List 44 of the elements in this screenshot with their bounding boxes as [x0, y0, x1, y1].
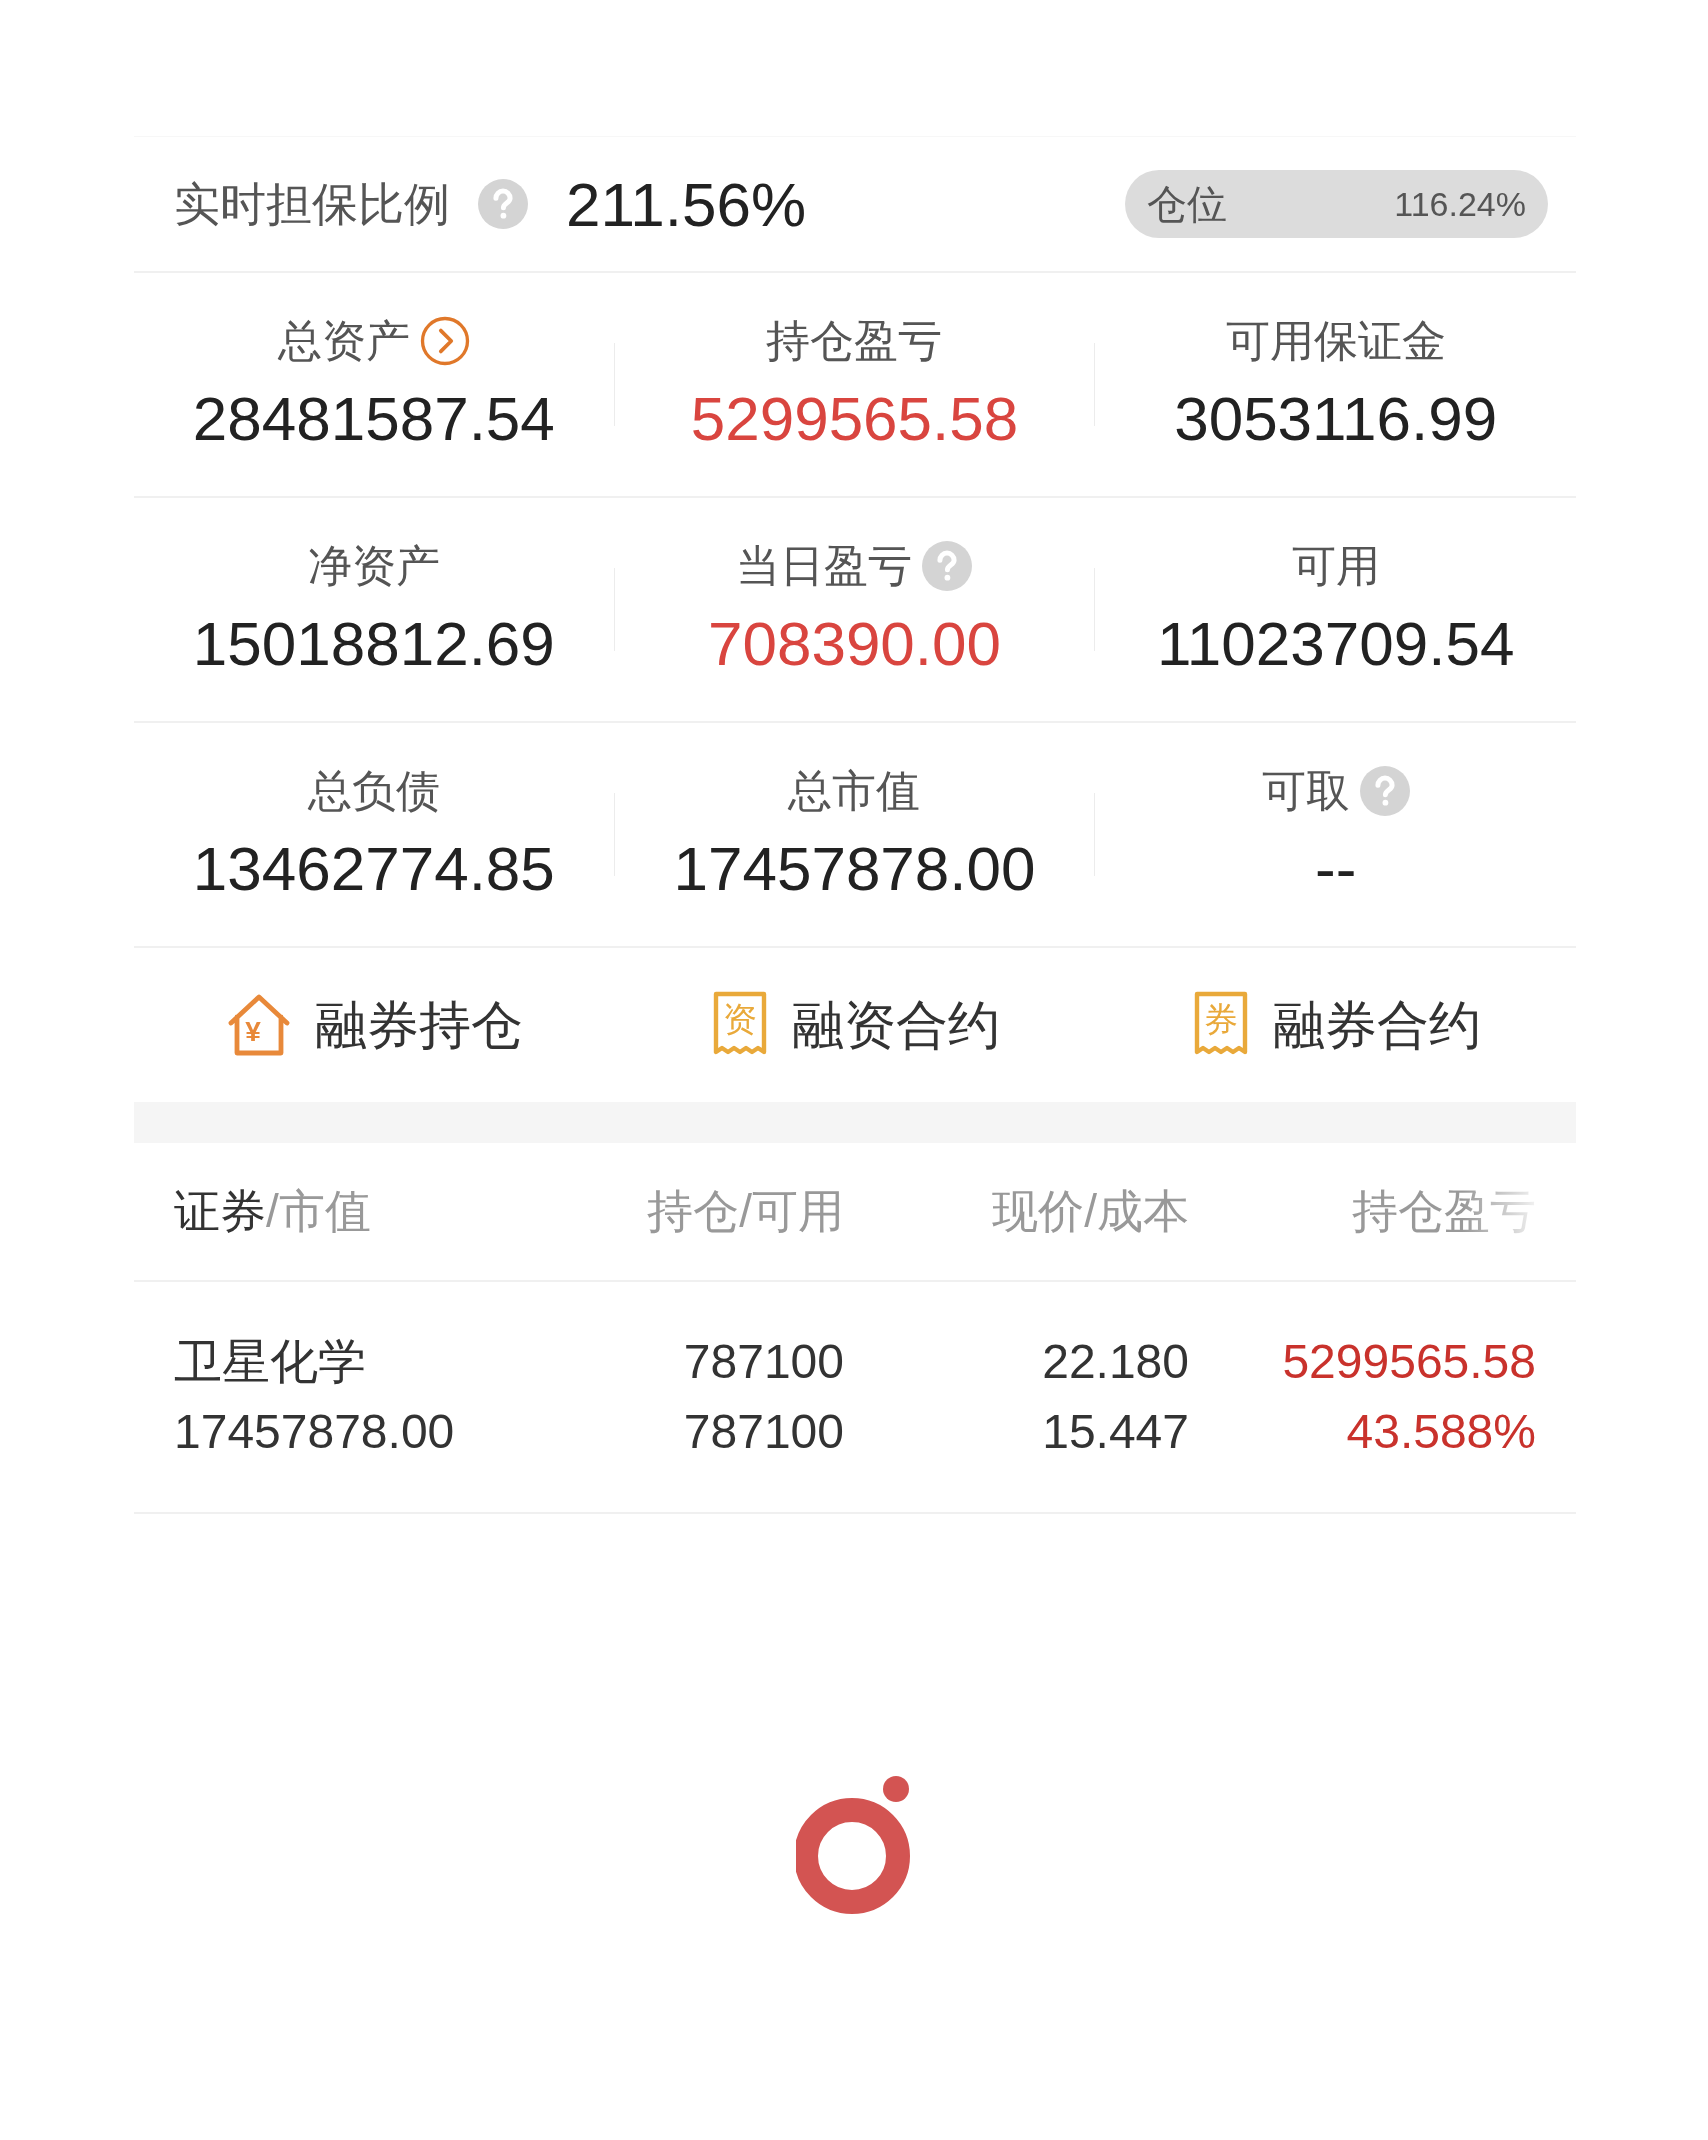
- icon-glyph: 资: [723, 1001, 757, 1037]
- column-header: 持仓/可用: [646, 1184, 844, 1239]
- help-icon[interactable]: [1359, 765, 1410, 816]
- icon-glyph: ¥: [245, 1017, 261, 1047]
- table-cell-text: 17457878.00: [174, 1404, 455, 1460]
- position-value: 116.24%: [1394, 183, 1526, 225]
- metric-value: 708390.00: [707, 608, 1002, 679]
- collateral-ratio-value: 211.56%: [566, 168, 807, 241]
- metric-value: 3053116.99: [1174, 383, 1498, 454]
- shortcut-button[interactable]: 券 融券合约: [1190, 986, 1481, 1064]
- metric-value: 5299565.58: [690, 383, 1019, 454]
- table-cell-text: 43.588%: [1346, 1404, 1536, 1460]
- metric-value: 15018812.69: [192, 608, 555, 679]
- shortcut-button[interactable]: ¥ 融券持仓: [225, 986, 524, 1064]
- position-row[interactable]: 卫星化学 17457878.00 787100 787100 22.180 15.447 5299565.58 43.588%: [134, 1282, 1576, 1514]
- table-cell-text: 5299565.58: [1282, 1334, 1536, 1390]
- metric-label: 总负债: [307, 765, 440, 816]
- metric-value: 17457878.00: [673, 833, 1036, 904]
- metric-label: 总资产: [277, 315, 410, 366]
- position-label: 仓位: [1147, 181, 1227, 228]
- collateral-ratio-label: 实时担保比例: [174, 176, 450, 232]
- table-cell-text: 787100: [683, 1404, 844, 1460]
- metric-value: 11023709.54: [1156, 608, 1515, 679]
- icon-glyph: 券: [1203, 1001, 1238, 1037]
- metric-value: --: [1315, 833, 1357, 904]
- help-icon[interactable]: [922, 540, 973, 591]
- metric-label: 可取: [1261, 765, 1350, 816]
- metric-label: 总市值: [788, 765, 921, 816]
- metric-value: 13462774.85: [192, 833, 555, 904]
- metric-value: 28481587.54: [192, 383, 555, 454]
- table-cell-text: 15.447: [1042, 1404, 1189, 1460]
- metric-label: 净资产: [307, 540, 440, 591]
- shortcut-button[interactable]: 资 融资合约: [710, 986, 1000, 1064]
- metric-label: 可用: [1291, 540, 1380, 591]
- table-cell-text: 卫星化学: [174, 1334, 366, 1390]
- table-cell-text: 787100: [683, 1334, 844, 1390]
- metric-label: 持仓盈亏: [766, 315, 943, 366]
- column-header: 现价/成本: [991, 1184, 1189, 1239]
- chevron-right-icon[interactable]: [419, 315, 470, 366]
- column-header: 证券/市值: [174, 1184, 372, 1239]
- help-icon[interactable]: [478, 179, 528, 229]
- metric-label: 可用保证金: [1225, 315, 1446, 366]
- table-cell-text: 22.180: [1042, 1334, 1189, 1390]
- metric-label: 当日盈亏: [736, 540, 913, 591]
